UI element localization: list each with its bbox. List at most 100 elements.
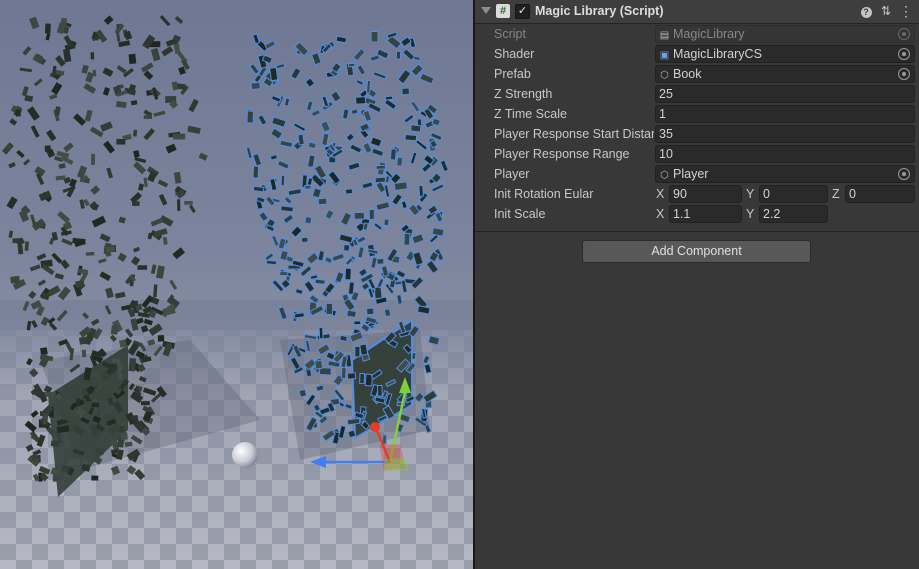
rotation-z-label[interactable]: Z [832, 187, 840, 201]
flying-book [184, 201, 193, 205]
label-player-response-start-distance[interactable]: Player Response Start Distance [494, 127, 654, 141]
enable-checkbox[interactable]: ✓ [515, 4, 530, 19]
rotation-x-input[interactable]: 90 [669, 185, 742, 203]
player-sphere[interactable] [232, 442, 258, 468]
flying-book [279, 139, 294, 148]
help-icon[interactable]: ? [858, 3, 874, 19]
row-script: Script ▤ MagicLibrary [475, 24, 919, 44]
label-script: Script [494, 27, 526, 41]
flying-book [81, 64, 89, 74]
flying-book [173, 171, 182, 184]
flying-book [370, 256, 378, 269]
scale-y-label[interactable]: Y [746, 207, 754, 221]
z-strength-input[interactable]: 25 [655, 85, 915, 103]
flying-book [294, 288, 304, 295]
gizmo-x-handle-icon[interactable] [370, 422, 380, 432]
player-picker-icon[interactable] [898, 168, 910, 180]
flying-book [334, 271, 345, 284]
flying-book [51, 252, 63, 264]
row-shader: Shader ▣ MagicLibraryCS [475, 44, 919, 64]
flying-book [431, 227, 445, 237]
flying-book [270, 94, 282, 103]
flying-book [27, 106, 40, 121]
flying-book [391, 192, 403, 206]
rotation-z-input[interactable]: 0 [845, 185, 915, 203]
prefab-field[interactable]: ⬡ Book [655, 65, 915, 83]
flying-book [28, 290, 37, 300]
rotation-x-label[interactable]: X [656, 187, 664, 201]
row-prefab: Prefab ⬡ Book [475, 64, 919, 84]
rotation-y-label[interactable]: Y [746, 187, 754, 201]
flying-book [303, 280, 316, 293]
label-z-strength[interactable]: Z Strength [494, 87, 654, 101]
scale-x-input[interactable]: 1.1 [669, 205, 742, 223]
player-response-start-distance-input[interactable]: 35 [655, 125, 915, 143]
flying-book [299, 265, 313, 278]
flying-book [118, 425, 125, 433]
flying-book [396, 294, 403, 305]
flying-book [376, 258, 385, 265]
flying-book [384, 95, 394, 101]
label-z-time-scale[interactable]: Z Time Scale [494, 107, 654, 121]
prefab-picker-icon[interactable] [898, 68, 910, 80]
flying-book [67, 458, 81, 467]
row-player: Player ⬡ Player [475, 164, 919, 184]
flying-book [264, 252, 275, 262]
preset-sliders-icon[interactable]: ⇅ [878, 3, 894, 19]
flying-book [252, 33, 261, 45]
flying-book [99, 233, 111, 243]
flying-book [124, 441, 133, 447]
flying-book [373, 286, 383, 300]
flying-book [147, 232, 153, 240]
flying-book [317, 197, 328, 206]
flying-book [304, 184, 312, 190]
flying-book [81, 349, 87, 358]
flying-book [306, 177, 314, 187]
flying-book [353, 211, 365, 220]
flying-book [320, 120, 331, 133]
player-response-range-input[interactable]: 10 [655, 145, 915, 163]
flying-book [383, 184, 391, 198]
row-init-rotation-eular: Init Rotation Eular X 90 Y 0 Z 0 [475, 184, 919, 204]
scale-y-input[interactable]: 2.2 [759, 205, 828, 223]
flying-book [287, 188, 302, 197]
fold-arrow-icon[interactable] [481, 7, 491, 14]
scale-x-label[interactable]: X [656, 207, 664, 221]
flying-book [338, 233, 354, 244]
inspector-panel: # ✓ Magic Library (Script) ? ⇅ ⋮ Script … [475, 0, 919, 569]
flying-book [335, 35, 348, 44]
flying-book [355, 78, 365, 87]
flying-book [157, 179, 169, 188]
flying-book [150, 264, 157, 274]
scene-view[interactable] [0, 0, 473, 569]
scene-canvas[interactable] [0, 0, 473, 569]
flying-book [346, 372, 357, 380]
flying-book [400, 200, 408, 210]
flying-book [439, 159, 450, 173]
z-time-scale-input[interactable]: 1 [655, 105, 915, 123]
component-header[interactable]: # ✓ Magic Library (Script) ? ⇅ ⋮ [475, 0, 919, 24]
flying-book [362, 109, 373, 123]
flying-book [29, 16, 40, 30]
flying-book [300, 236, 309, 244]
flying-book [63, 48, 72, 63]
shader-value: MagicLibraryCS [673, 47, 762, 61]
shader-picker-icon[interactable] [898, 48, 910, 60]
flying-book [361, 181, 374, 190]
flying-book [283, 97, 291, 107]
label-player-response-range[interactable]: Player Response Range [494, 147, 654, 161]
rotation-y-input[interactable]: 0 [759, 185, 828, 203]
flying-book [8, 161, 16, 169]
flying-book [91, 402, 100, 408]
add-component-button[interactable]: Add Component [582, 240, 811, 263]
kebab-menu-icon[interactable]: ⋮ [898, 3, 914, 19]
flying-book [45, 33, 51, 41]
flying-book [389, 148, 397, 161]
flying-book [279, 249, 289, 262]
label-init-rotation-eular: Init Rotation Eular [494, 187, 594, 201]
flying-book [1, 142, 14, 155]
shader-field[interactable]: ▣ MagicLibraryCS [655, 45, 915, 63]
flying-book [292, 122, 307, 133]
player-field[interactable]: ⬡ Player [655, 165, 915, 183]
flying-book [16, 149, 25, 158]
